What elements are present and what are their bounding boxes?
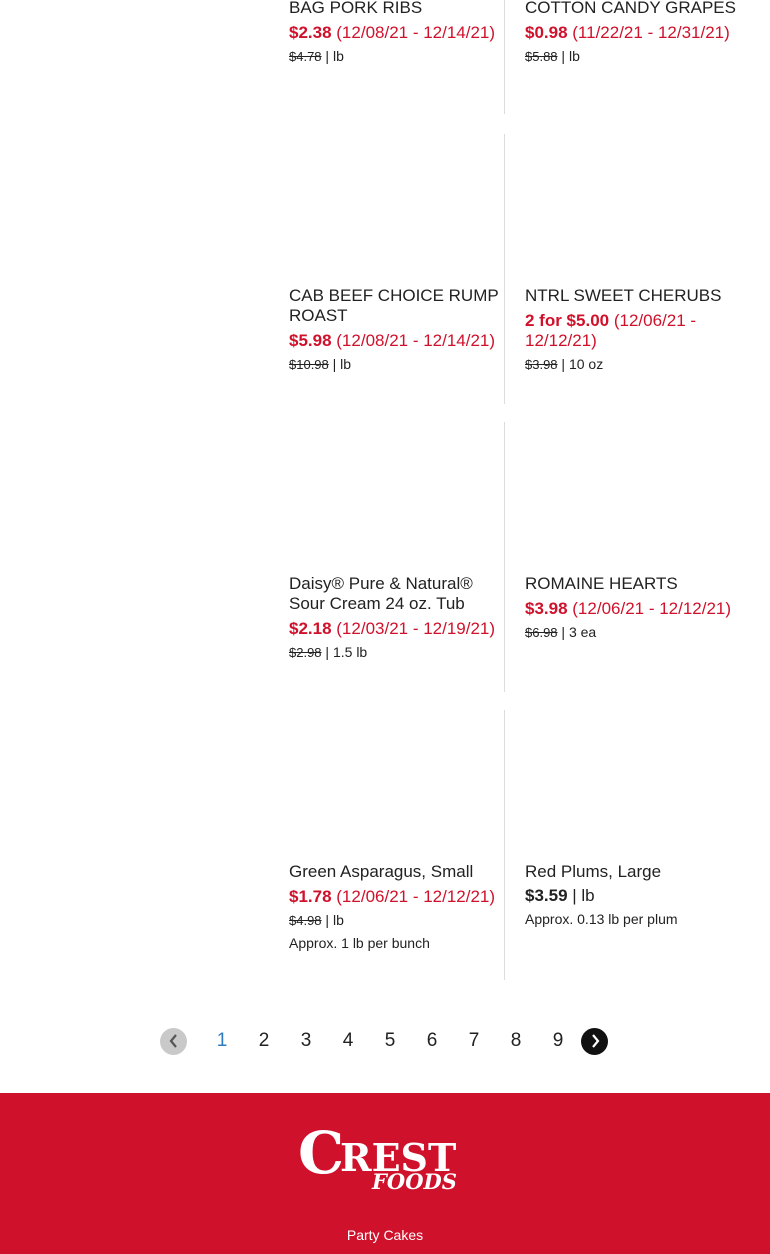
product-name[interactable]: BAG PORK RIBS [289,0,505,18]
regular-price: $4.98 | lb [289,912,344,928]
page-link-8[interactable]: 8 [495,1030,537,1052]
regular-price: $5.88 | lb [525,48,580,64]
next-page-button[interactable] [581,1027,608,1055]
footer-link-party-cakes[interactable]: Party Cakes [0,1227,770,1243]
product-name[interactable]: CAB BEEF CHOICE RUMP ROAST [289,286,505,326]
regular-price: $3.59 | lb [525,886,595,905]
regular-price: $10.98 | lb [289,356,352,372]
site-footer: C REST FOODS Party Cakes [0,1093,770,1254]
previous-page-button[interactable] [160,1027,187,1055]
approx-weight-note: Approx. 1 lb per bunch [289,935,430,951]
product-name[interactable]: ROMAINE HEARTS [525,574,744,594]
product-image[interactable] [289,712,505,862]
sale-price: $2.18 (12/03/21 - 12/19/21) [289,619,496,638]
product-card[interactable]: Daisy® Pure & Natural® Sour Cream 24 oz.… [289,424,505,662]
product-image[interactable] [289,136,505,286]
product-card[interactable]: BAG PORK RIBS $2.38 (12/08/21 - 12/14/21… [289,0,505,66]
product-card[interactable]: Green Asparagus, Small $1.78 (12/06/21 -… [289,712,505,952]
chevron-right-icon [591,1034,599,1048]
page-link-5[interactable]: 5 [369,1030,411,1052]
product-name[interactable]: NTRL SWEET CHERUBS [525,286,744,306]
product-card[interactable]: NTRL SWEET CHERUBS 2 for $5.00 (12/06/21… [504,134,744,404]
sale-price: $2.38 (12/08/21 - 12/14/21) [289,23,496,42]
product-card[interactable]: COTTON CANDY GRAPES $0.98 (11/22/21 - 12… [504,0,744,114]
regular-price: $2.98 | 1.5 lb [289,644,368,660]
product-name[interactable]: COTTON CANDY GRAPES [525,0,744,18]
page-link-4[interactable]: 4 [327,1030,369,1052]
product-name[interactable]: Green Asparagus, Small [289,862,505,882]
sale-price: $3.98 (12/06/21 - 12/12/21) [525,599,732,618]
pagination: 1 2 3 4 5 6 7 8 9 [160,1027,608,1055]
page-numbers: 1 2 3 4 5 6 7 8 9 [201,1030,579,1052]
regular-price: $3.98 | 10 oz [525,356,604,372]
page-link-2[interactable]: 2 [243,1030,285,1052]
page-link-3[interactable]: 3 [285,1030,327,1052]
page-link-9[interactable]: 9 [537,1030,579,1052]
sale-price: $5.98 (12/08/21 - 12/14/21) [289,331,496,350]
product-card[interactable]: ROMAINE HEARTS $3.98 (12/06/21 - 12/12/2… [504,422,744,692]
svg-text:C: C [298,1121,344,1187]
sale-price: 2 for $5.00 (12/06/21 - 12/12/21) [525,311,697,350]
approx-weight-note: Approx. 0.13 lb per plum [525,911,678,927]
svg-text:FOODS: FOODS [371,1169,457,1193]
page-link-1[interactable]: 1 [201,1030,243,1052]
sale-price: $1.78 (12/06/21 - 12/12/21) [289,887,496,906]
product-name[interactable]: Red Plums, Large [525,862,744,882]
regular-price: $4.78 | lb [289,48,344,64]
product-card[interactable]: Red Plums, Large $3.59 | lb Approx. 0.13… [504,710,744,980]
product-card[interactable]: CAB BEEF CHOICE RUMP ROAST $5.98 (12/08/… [289,136,505,374]
page-link-6[interactable]: 6 [411,1030,453,1052]
product-image[interactable] [525,422,744,574]
page-link-7[interactable]: 7 [453,1030,495,1052]
sale-price: $0.98 (11/22/21 - 12/31/21) [525,23,730,42]
chevron-left-icon [169,1034,177,1048]
regular-price: $6.98 | 3 ea [525,624,597,640]
product-image[interactable] [525,134,744,286]
product-image[interactable] [525,710,744,862]
crest-foods-logo[interactable]: C REST FOODS [296,1121,472,1193]
product-name[interactable]: Daisy® Pure & Natural® Sour Cream 24 oz.… [289,574,505,614]
product-image[interactable] [289,424,505,574]
